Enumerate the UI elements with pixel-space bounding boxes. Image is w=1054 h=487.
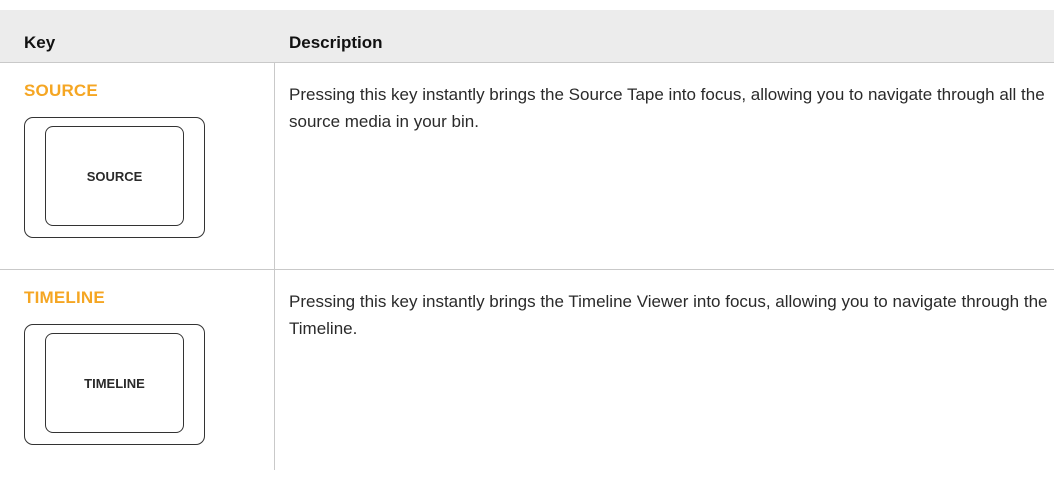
description-cell: Pressing this key instantly brings the T…: [289, 292, 1048, 338]
header-key: Key: [24, 33, 56, 52]
table-row: TIMELINE TIMELINE Pressing this key inst…: [0, 270, 1054, 470]
keycap-label: SOURCE: [45, 126, 184, 226]
description-cell: Pressing this key instantly brings the S…: [289, 85, 1045, 131]
table-row: SOURCE SOURCE Pressing this key instantl…: [0, 63, 1054, 270]
key-cell: SOURCE SOURCE: [0, 63, 275, 269]
key-title: TIMELINE: [24, 288, 105, 307]
key-description-table: Key Description SOURCE SOURCE Pressing t…: [0, 10, 1054, 470]
keycap-icon: TIMELINE: [24, 324, 205, 445]
header-description: Description: [289, 33, 383, 52]
key-title: SOURCE: [24, 81, 98, 100]
key-cell: TIMELINE TIMELINE: [0, 270, 275, 470]
keycap-icon: SOURCE: [24, 117, 205, 238]
keycap-label: TIMELINE: [45, 333, 184, 433]
table-header: Key Description: [0, 10, 1054, 63]
